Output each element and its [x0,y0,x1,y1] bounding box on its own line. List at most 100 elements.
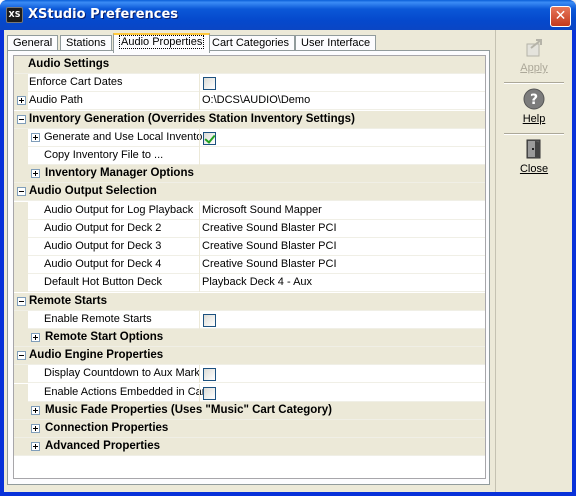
category-row[interactable]: Inventory Generation (Overrides Station … [14,111,485,129]
collapse-icon[interactable] [17,115,26,124]
checkbox[interactable] [203,314,216,327]
row-value[interactable] [199,311,485,329]
value-text: Creative Sound Blaster PCI [202,222,337,234]
property-row[interactable]: Audio Path O:\DCS\AUDIO\Demo [14,92,485,110]
row-value[interactable] [199,147,485,165]
row-value[interactable]: Creative Sound Blaster PCI [199,256,485,274]
tab-panel: Audio Settings Enforce Cart Dates Audio Pa… [7,50,490,485]
window-title: XStudio Preferences [28,7,179,22]
property-grid[interactable]: Audio Settings Enforce Cart Dates Audio Pa… [13,55,486,479]
svg-text:?: ? [530,92,538,108]
row-gutter [14,147,28,165]
row-gutter [14,202,28,220]
help-button[interactable]: ? Help [506,87,562,133]
property-row[interactable]: Generate and Use Local Inventory [14,129,485,147]
checkbox[interactable] [203,387,216,400]
property-row[interactable]: Display Countdown to Aux Mark [14,365,485,383]
value-text: Playback Deck 4 - Aux [202,276,313,288]
row-label: Default Hot Button Deck [44,276,163,288]
property-row[interactable]: Audio Output for Deck 3 Creative Sound Bl… [14,238,485,256]
tab-label: Stations [66,37,106,49]
row-label: Enable Actions Embedded in Carts [44,386,214,398]
expand-icon[interactable] [31,133,40,142]
property-row[interactable]: Default Hot Button Deck Playback Deck 4 -… [14,274,485,292]
row-label: Audio Output Selection [29,185,157,197]
category-row[interactable]: Music Fade Properties (Uses "Music" Cart… [14,402,485,420]
property-row[interactable]: Audio Output for Deck 4 Creative Sound Bl… [14,256,485,274]
row-label: Audio Output for Log Playback [44,204,194,216]
row-label: Audio Path [29,94,83,106]
row-label: Enable Remote Starts [44,313,152,325]
row-gutter [14,274,28,292]
row-value[interactable]: O:\DCS\AUDIO\Demo [199,92,485,110]
row-value[interactable]: Creative Sound Blaster PCI [199,238,485,256]
row-label: Advanced Properties [45,440,161,452]
row-value[interactable] [199,384,485,402]
apply-button[interactable]: Apply [506,36,562,82]
property-row[interactable]: Enforce Cart Dates [14,74,485,92]
property-row[interactable]: Enable Actions Embedded in Carts [14,384,485,402]
preferences-window: XS XStudio Preferences ✕ General Stations… [0,0,576,496]
help-icon: ? [523,88,545,110]
row-value[interactable]: Microsoft Sound Mapper [199,202,485,220]
property-row[interactable]: Audio Output for Deck 2 Creative Sound Bl… [14,220,485,238]
row-value[interactable]: Playback Deck 4 - Aux [199,274,485,292]
expand-icon[interactable] [31,442,40,451]
row-gutter [14,365,28,383]
action-sidebar: Apply ? Help Close [495,30,572,492]
row-value[interactable]: Creative Sound Blaster PCI [199,220,485,238]
row-label: Music Fade Properties (Uses "Music" Cart… [45,404,332,416]
app-icon: XS [6,7,23,23]
row-value[interactable] [199,74,485,92]
row-label: Enforce Cart Dates [29,76,123,88]
category-row[interactable]: Audio Engine Properties [14,347,485,365]
row-label: Audio Settings [28,58,110,70]
value-text: Microsoft Sound Mapper [202,204,322,216]
checkbox[interactable] [203,132,216,145]
row-gutter [14,238,28,256]
row-label: Audio Output for Deck 2 [44,222,162,234]
row-label: Remote Start Options [45,331,164,343]
category-row[interactable]: Remote Start Options [14,329,485,347]
property-row[interactable]: Enable Remote Starts [14,311,485,329]
row-label: Inventory Manager Options [45,167,194,179]
close-button[interactable]: Close [506,137,562,183]
expand-icon[interactable] [31,424,40,433]
category-row[interactable]: Advanced Properties [14,438,485,456]
property-row[interactable]: Copy Inventory File to ... [14,147,485,165]
category-row[interactable]: Remote Starts [14,293,485,311]
window-close-button[interactable]: ✕ [550,6,571,27]
row-gutter [14,220,28,238]
help-label: Help [522,113,546,125]
row-value[interactable] [199,365,485,383]
checkbox[interactable] [203,77,216,90]
close-label: Close [519,163,549,175]
row-label: Inventory Generation (Overrides Station … [29,113,355,125]
category-row[interactable]: Audio Settings [14,56,485,74]
expand-icon[interactable] [17,96,26,105]
category-row[interactable]: Audio Output Selection [14,183,485,201]
category-row[interactable]: Connection Properties [14,420,485,438]
row-label: Remote Starts [29,295,107,307]
checkbox[interactable] [203,368,216,381]
row-label: Generate and Use Local Inventory [44,131,212,143]
property-row[interactable]: Audio Output for Log Playback Microsoft S… [14,202,485,220]
value-text: Creative Sound Blaster PCI [202,258,337,270]
tab-label: Audio Properties [119,35,205,49]
category-row[interactable]: Inventory Manager Options [14,165,485,183]
collapse-icon[interactable] [17,187,26,196]
expand-icon[interactable] [31,169,40,178]
collapse-icon[interactable] [17,297,26,306]
tab-label: User Interface [301,37,371,49]
title-bar[interactable]: XS XStudio Preferences ✕ [0,0,576,30]
row-label: Audio Output for Deck 4 [44,258,162,270]
row-gutter [14,256,28,274]
row-value[interactable] [199,129,485,147]
expand-icon[interactable] [31,333,40,342]
expand-icon[interactable] [31,406,40,415]
toolbar-separator [504,133,564,135]
collapse-icon[interactable] [17,351,26,360]
tab-audio-properties[interactable]: Audio Properties [113,33,211,53]
row-label: Display Countdown to Aux Mark [44,367,200,379]
row-label: Audio Engine Properties [29,349,164,361]
